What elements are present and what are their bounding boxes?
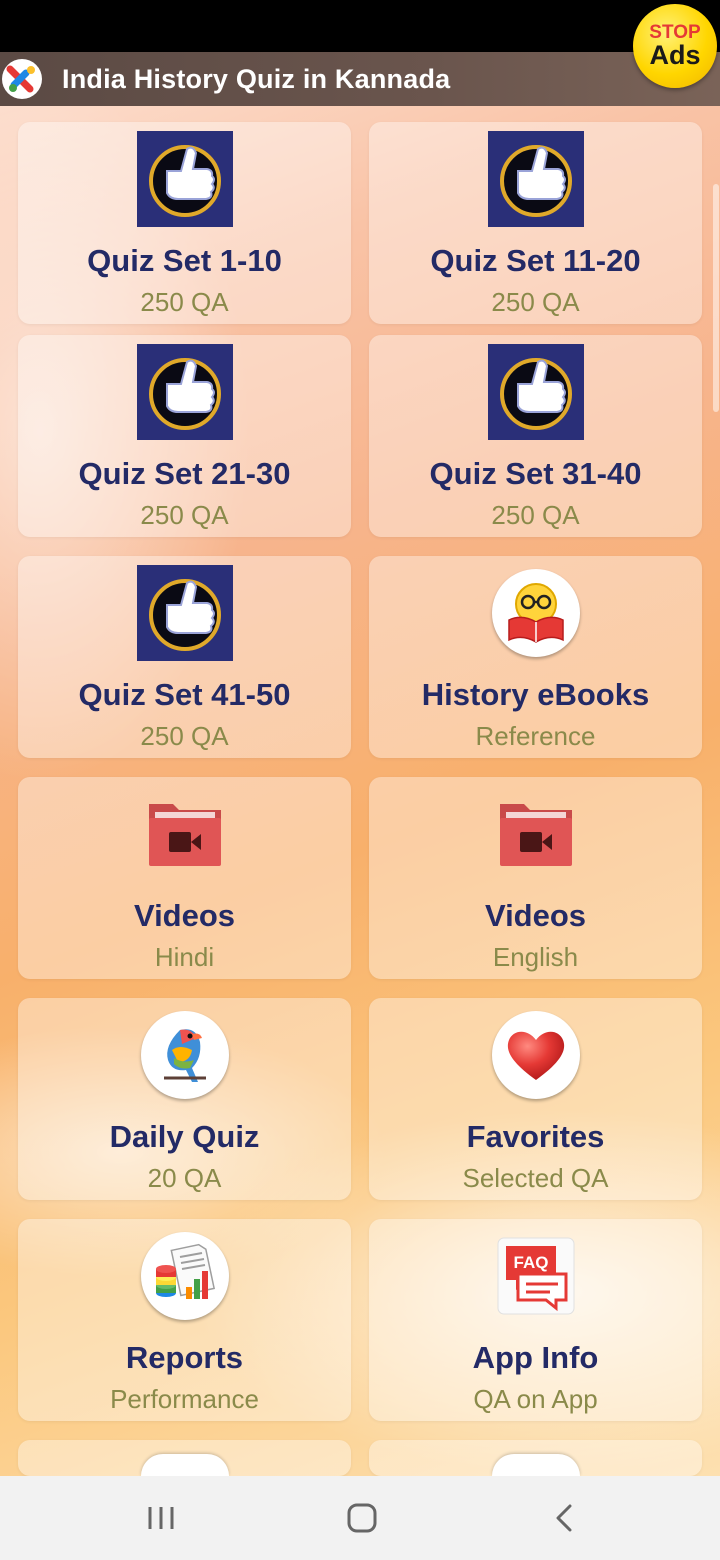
tile-title: Reports [125,1340,244,1375]
thumbs-up-icon [136,565,233,661]
app-logo-icon [2,59,42,99]
heart-icon [488,1007,584,1103]
tile-daily-quiz[interactable]: Daily Quiz 20 QA [18,998,351,1200]
tile-icon-partial [140,1454,229,1476]
video-folder-icon [488,786,584,882]
back-icon [556,1504,572,1532]
tile-title: Quiz Set 1-10 [87,243,282,278]
tile-subtitle: QA on App [473,1384,598,1414]
tile-title: Quiz Set 11-20 [430,243,641,278]
main-content: Quiz Set 1-10 250 QA Quiz Set 11-20 250 … [0,52,720,1476]
reading-book-icon [488,565,584,661]
recent-apps-icon [148,1507,174,1529]
tile-quiz-set-41-50[interactable]: Quiz Set 41-50 250 QA [18,556,351,758]
tile-videos-english[interactable]: Videos English [369,777,702,979]
tile-title: Videos [133,898,236,933]
back-button[interactable] [534,1496,594,1540]
tile-title: App Info [472,1340,599,1375]
tile-subtitle: Reference [475,721,596,751]
stop-ads-button[interactable]: STOP Ads [633,4,717,88]
tile-subtitle: Performance [110,1384,259,1414]
tile-partial-right[interactable] [369,1440,702,1476]
thumbs-up-icon [136,131,233,227]
tile-reports[interactable]: Reports Performance [18,1219,351,1421]
home-button[interactable] [332,1496,392,1540]
tile-title: Quiz Set 21-30 [78,456,291,491]
tile-app-info[interactable]: FAQ App Info QA on App [369,1219,702,1421]
tile-quiz-set-21-30[interactable]: Quiz Set 21-30 250 QA [18,335,351,537]
parrot-icon [137,1007,233,1103]
tile-quiz-set-31-40[interactable]: Quiz Set 31-40 250 QA [369,335,702,537]
tile-title: Quiz Set 41-50 [78,677,291,712]
tile-subtitle: Hindi [154,942,215,972]
tile-subtitle: 20 QA [147,1163,222,1193]
tile-subtitle: 250 QA [140,500,229,530]
tile-quiz-set-1-10[interactable]: Quiz Set 1-10 250 QA [18,122,351,324]
home-icon [347,1503,377,1533]
faq-icon: FAQ [488,1228,584,1324]
system-nav-bar [0,1476,720,1560]
app-bar: India History Quiz in Kannada [0,52,720,106]
tile-subtitle: 250 QA [140,287,229,317]
stop-ads-line2: Ads [649,40,701,70]
thumbs-up-icon [487,131,584,227]
tile-title: Daily Quiz [109,1119,260,1154]
recent-apps-button[interactable] [131,1496,191,1540]
tile-videos-hindi[interactable]: Videos Hindi [18,777,351,979]
thumbs-up-icon [487,344,584,440]
tile-title: History eBooks [421,677,650,712]
thumbs-up-icon [136,344,233,440]
status-bar [0,0,720,52]
tile-partial-left[interactable] [18,1440,351,1476]
tile-title: Videos [484,898,587,933]
tile-icon-partial [491,1454,580,1476]
tile-title: Favorites [466,1119,605,1154]
report-chart-icon [137,1228,233,1324]
tile-subtitle: 250 QA [491,287,580,317]
app-title: India History Quiz in Kannada [62,63,451,94]
scrollbar-thumb[interactable] [713,184,719,412]
faq-icon-label: FAQ [513,1253,548,1272]
tile-subtitle: Selected QA [462,1163,609,1193]
tile-subtitle: 250 QA [491,500,580,530]
tile-favorites[interactable]: Favorites Selected QA [369,998,702,1200]
tile-history-ebooks[interactable]: History eBooks Reference [369,556,702,758]
tile-quiz-set-11-20[interactable]: Quiz Set 11-20 250 QA [369,122,702,324]
tile-title: Quiz Set 31-40 [429,456,642,491]
tile-subtitle: English [492,942,579,972]
video-folder-icon [137,786,233,882]
tile-subtitle: 250 QA [140,721,229,751]
